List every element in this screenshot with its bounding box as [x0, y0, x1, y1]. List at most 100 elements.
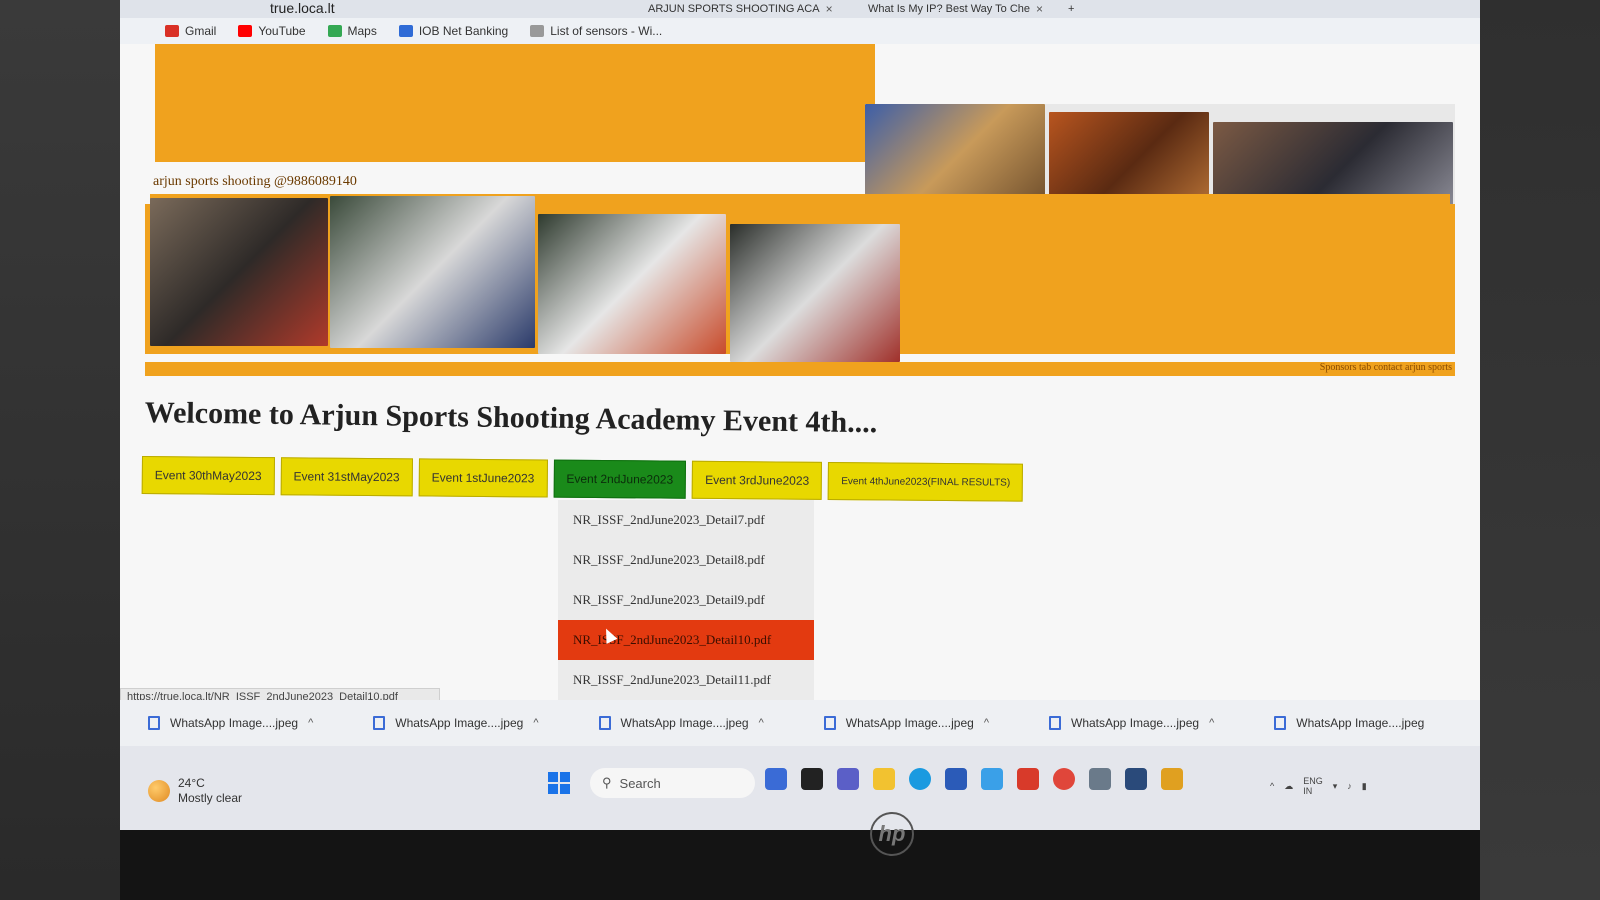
close-icon[interactable]: × — [826, 2, 833, 16]
wikipedia-icon — [530, 25, 545, 37]
bookmark-iob[interactable]: IOB Net Banking — [398, 24, 509, 38]
hp-logo: hp — [870, 812, 914, 856]
chevron-up-icon[interactable]: ^ — [308, 717, 313, 729]
file-icon — [598, 716, 611, 730]
bookmark-label: Gmail — [185, 24, 217, 38]
gmail-icon — [165, 25, 179, 37]
cloud-icon[interactable]: ☁ — [1284, 781, 1293, 792]
bookmark-youtube[interactable]: YouTube — [238, 24, 306, 38]
screen: true.loca.lt ARJUN SPORTS SHOOTING ACA ×… — [0, 0, 1600, 900]
bank-icon — [398, 25, 413, 37]
wifi-icon[interactable]: ▾ — [1333, 781, 1338, 792]
event-button-2june[interactable]: Event 2ndJune2023 — [553, 459, 687, 499]
volume-icon[interactable]: ♪ — [1347, 781, 1352, 791]
strapline: arjun sports shooting @9886089140 — [153, 174, 357, 189]
page-title: Welcome to Arjun Sports Shooting Academy… — [144, 396, 878, 440]
tab-what-is-my-ip[interactable]: What Is My IP? Best Way To Che × — [860, 0, 1051, 18]
bookmark-label: IOB Net Banking — [418, 24, 509, 38]
address-bar[interactable]: true.loca.lt — [270, 0, 335, 16]
podium-photo-3 — [730, 224, 900, 362]
banner-stripe — [145, 362, 1455, 376]
download-item[interactable]: WhatsApp Image....jpeg ^ — [1049, 716, 1214, 730]
chevron-up-icon[interactable]: ^ — [533, 717, 538, 729]
monitor-display: true.loca.lt ARJUN SPORTS SHOOTING ACA ×… — [120, 0, 1480, 830]
chat-icon[interactable] — [837, 768, 859, 790]
event-button-3june[interactable]: Event 3rdJune2023 — [691, 460, 823, 500]
file-icon — [148, 716, 160, 730]
event-dropdown-menu: NR_ISSF_2ndJune2023_Detail7.pdf NR_ISSF_… — [558, 500, 814, 700]
weather-moon-icon — [148, 780, 170, 802]
download-item[interactable]: WhatsApp Image....jpeg ^ — [373, 716, 539, 730]
pdf-link-detail11[interactable]: NR_ISSF_2ndJune2023_Detail11.pdf — [558, 660, 814, 700]
bookmark-label: YouTube — [258, 24, 306, 38]
sponsor-text: Sponsors tab contact arjun sports — [1319, 362, 1452, 373]
windows-start-icon[interactable] — [548, 772, 570, 794]
chevron-up-icon[interactable]: ^ — [1209, 717, 1214, 729]
download-item[interactable]: WhatsApp Image....jpeg — [1274, 716, 1424, 730]
browser-tab-bar: true.loca.lt ARJUN SPORTS SHOOTING ACA ×… — [120, 0, 1480, 18]
mcafee-icon[interactable] — [1017, 768, 1039, 790]
background-wall-right — [1480, 0, 1600, 900]
event-button-30may[interactable]: Event 30thMay2023 — [141, 456, 275, 496]
app-icon[interactable] — [1125, 768, 1147, 790]
task-view-icon[interactable] — [801, 768, 823, 790]
file-icon — [823, 716, 836, 730]
edge-icon[interactable] — [909, 768, 931, 790]
pdf-link-detail7[interactable]: NR_ISSF_2ndJune2023_Detail7.pdf — [558, 500, 814, 540]
weather-condition: Mostly clear — [178, 791, 243, 805]
app-icon[interactable] — [981, 768, 1003, 790]
file-explorer-icon[interactable] — [873, 768, 895, 790]
plus-icon: + — [1068, 3, 1075, 15]
app-icon[interactable] — [1089, 768, 1111, 790]
photo-banner — [145, 196, 1455, 362]
bookmark-label: Maps — [347, 24, 377, 38]
language-indicator[interactable]: ENG IN — [1303, 776, 1323, 796]
system-tray: ^ ☁ ENG IN ▾ ♪ ▮ — [1270, 776, 1367, 796]
bookmark-gmail[interactable]: Gmail — [165, 24, 216, 38]
store-icon[interactable] — [945, 768, 967, 790]
youtube-icon — [238, 25, 253, 37]
podium-photo-2 — [538, 214, 726, 354]
download-item[interactable]: WhatsApp Image....jpeg ^ — [148, 716, 313, 730]
new-tab-button[interactable]: + — [1060, 0, 1082, 18]
pdf-link-detail10[interactable]: NR_ISSF_2ndJune2023_Detail10.pdf — [558, 620, 814, 660]
app-icon[interactable] — [1161, 768, 1183, 790]
tab-title: ARJUN SPORTS SHOOTING ACA — [648, 3, 820, 15]
download-item[interactable]: WhatsApp Image....jpeg ^ — [598, 716, 764, 730]
close-icon[interactable]: × — [1036, 2, 1043, 16]
podium-photo-1 — [330, 196, 535, 348]
event-button-31may[interactable]: Event 31stMay2023 — [280, 457, 413, 497]
download-item[interactable]: WhatsApp Image....jpeg ^ — [823, 716, 989, 730]
bing-icon[interactable] — [765, 768, 787, 790]
pinned-apps — [765, 768, 1183, 790]
chevron-up-icon[interactable]: ^ — [759, 717, 764, 729]
bookmark-label: List of sensors - Wi... — [550, 24, 663, 38]
battery-icon[interactable]: ▮ — [1362, 781, 1367, 792]
tab-title: What Is My IP? Best Way To Che — [868, 3, 1030, 15]
tab-arjun[interactable]: ARJUN SPORTS SHOOTING ACA × — [640, 0, 841, 18]
chevron-up-icon[interactable]: ^ — [984, 717, 989, 729]
pdf-link-detail8[interactable]: NR_ISSF_2ndJune2023_Detail8.pdf — [558, 540, 814, 580]
chrome-icon[interactable] — [1053, 768, 1075, 790]
windows-taskbar: 24°C Mostly clear ⚲ Search ^ ☁ ENG IN ▾ … — [120, 746, 1480, 830]
search-placeholder: Search — [619, 775, 661, 791]
group-photo — [150, 198, 328, 346]
temperature: 24°C — [178, 776, 205, 790]
bookmarks-bar: Gmail YouTube Maps IOB Net Banking List … — [120, 18, 1480, 44]
event-menu: Event 30thMay2023 Event 31stMay2023 Even… — [141, 456, 1024, 502]
taskbar-search[interactable]: ⚲ Search — [590, 768, 755, 798]
monitor-bezel — [120, 830, 1480, 900]
search-icon: ⚲ — [602, 775, 612, 790]
web-page: arjun sports shooting @9886089140 Sponso… — [120, 44, 1480, 706]
bookmark-maps[interactable]: Maps — [327, 24, 377, 38]
pdf-link-detail9[interactable]: NR_ISSF_2ndJune2023_Detail9.pdf — [558, 580, 814, 620]
file-icon — [1049, 716, 1061, 730]
event-button-4june-final[interactable]: Event 4thJune2023(FINAL RESULTS) — [828, 461, 1024, 502]
background-wall-left — [0, 0, 120, 900]
file-icon — [373, 716, 386, 730]
weather-widget[interactable]: 24°C Mostly clear — [148, 776, 242, 806]
chevron-up-icon[interactable]: ^ — [1270, 781, 1274, 791]
downloads-bar: WhatsApp Image....jpeg ^ WhatsApp Image..… — [120, 700, 1480, 746]
event-button-1june[interactable]: Event 1stJune2023 — [418, 458, 548, 498]
bookmark-sensors[interactable]: List of sensors - Wi... — [530, 24, 662, 38]
